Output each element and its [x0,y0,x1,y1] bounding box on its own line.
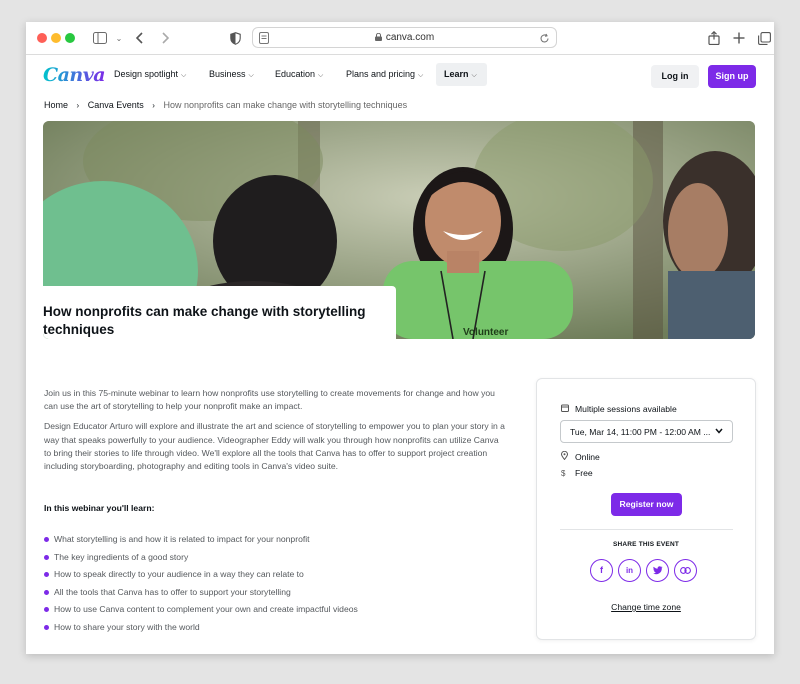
event-details-card: Multiple sessions available Tue, Mar 14,… [536,378,756,640]
link-icon[interactable] [674,559,697,582]
linkedin-icon[interactable]: in [618,559,641,582]
location-row: Online [560,450,600,462]
hero-title-card: How nonprofits can make change with stor… [43,286,396,339]
divider [560,529,733,530]
chevron-down-icon[interactable]: ⌄ [111,30,127,46]
change-timezone-link[interactable]: Change time zone [537,602,755,612]
learn-heading: In this webinar you'll learn: [44,503,155,513]
canva-logo[interactable]: Canva [43,64,106,86]
address-bar[interactable]: canva.com [252,27,557,48]
chevron-down-icon: ⌵ [248,72,254,79]
description-paragraph-2: Design Educator Arturo will explore and … [44,421,505,472]
chevron-down-icon [715,427,723,436]
list-item: How to use Canva content to complement y… [44,603,358,621]
location-pin-icon [560,450,570,462]
chevron-down-icon: ⌵ [418,72,424,79]
hero-image: Volunteer How nonprofits can make change… [43,121,755,339]
url-text: canva.com [253,32,556,43]
lock-icon [374,32,382,41]
page-title: How nonprofits can make change with stor… [43,304,366,337]
facebook-icon[interactable]: f [590,559,613,582]
twitter-icon[interactable] [646,559,669,582]
sidebar-icon[interactable] [92,30,108,46]
breadcrumb: Home › Canva Events › How nonprofits can… [44,100,407,110]
sessions-row: Multiple sessions available [561,404,677,414]
back-arrow-icon[interactable] [132,30,148,46]
list-item: What storytelling is and how it is relat… [44,533,358,551]
reload-icon[interactable] [539,31,551,43]
nav-education[interactable]: Education ⌵ [275,69,323,80]
tab-overview-icon[interactable] [756,30,772,46]
list-item: All the tools that Canva has to offer to… [44,586,358,604]
nav-business[interactable]: Business ⌵ [209,69,254,80]
dollar-icon: $ [561,469,566,478]
minimize-window-button[interactable] [51,33,61,43]
price-row: $ Free [561,468,593,478]
login-button[interactable]: Log in [651,65,699,88]
breadcrumb-events[interactable]: Canva Events [88,100,144,110]
list-item: How to share your story with the world [44,621,358,639]
site-nav: Canva Design spotlight ⌵ Business ⌵ Educat… [26,55,774,97]
forward-arrow-icon[interactable] [157,30,173,46]
chevron-right-icon: › [152,101,155,110]
shield-icon[interactable] [227,30,243,46]
share-icon[interactable] [706,30,722,46]
share-heading: SHARE THIS EVENT [612,541,680,548]
description-paragraph-1: Join us in this 75-minute webinar to lea… [44,388,495,412]
close-window-button[interactable] [37,33,47,43]
event-description: Join us in this 75-minute webinar to lea… [44,387,506,480]
learning-list: What storytelling is and how it is relat… [44,533,358,639]
list-item: How to speak directly to your audience i… [44,568,358,586]
register-button[interactable]: Register now [611,493,682,516]
list-item: The key ingredients of a good story [44,551,358,569]
breadcrumb-current: How nonprofits can make change with stor… [163,100,408,110]
breadcrumb-home[interactable]: Home [44,100,68,110]
chevron-down-icon: ⌵ [181,72,187,79]
chevron-right-icon: › [76,101,80,110]
nav-design-spotlight[interactable]: Design spotlight ⌵ [114,69,186,80]
browser-window: ⌄ canva.com Canva Design spotlight ⌵ Bus… [26,22,774,654]
session-select[interactable]: Tue, Mar 14, 11:00 PM - 12:00 AM ... [560,420,733,443]
chevron-down-icon: ⌵ [471,72,477,79]
nav-learn[interactable]: Learn ⌵ [436,63,487,86]
browser-toolbar: ⌄ canva.com [26,22,774,55]
nav-plans-pricing[interactable]: Plans and pricing ⌵ [346,69,423,80]
chevron-down-icon: ⌵ [318,72,324,79]
calendar-icon [561,404,570,414]
new-tab-icon[interactable] [731,30,747,46]
signup-button[interactable]: Sign up [708,65,756,88]
maximize-window-button[interactable] [65,33,75,43]
shirt-text: Volunteer [463,327,508,338]
